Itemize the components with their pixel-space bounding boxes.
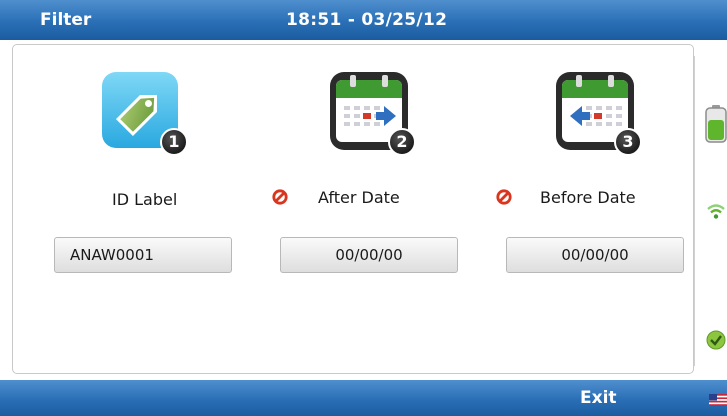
bottom-bar (0, 380, 727, 416)
page-title: Filter (40, 10, 92, 30)
disabled-icon (496, 189, 512, 205)
step-badge: 2 (388, 128, 416, 156)
us-flag-icon[interactable] (709, 394, 727, 406)
battery-icon (705, 105, 727, 143)
wifi-icon (707, 204, 725, 219)
step-badge: 1 (160, 128, 188, 156)
before-date-field[interactable]: 00/00/00 (506, 237, 684, 273)
after-date-filter-button[interactable]: 2 (330, 72, 416, 156)
disabled-icon (272, 189, 288, 205)
id-label-filter-button[interactable]: 1 (102, 72, 188, 156)
after-date-field[interactable]: 00/00/00 (280, 237, 458, 273)
before-date-filter-button[interactable]: 3 (556, 72, 642, 156)
clock-display: 18:51 - 03/25/12 (286, 10, 448, 30)
panel-divider (694, 56, 695, 366)
check-icon (706, 330, 726, 350)
after-date-label: After Date (318, 188, 400, 207)
step-badge: 3 (614, 128, 642, 156)
title-bar: Filter 18:51 - 03/25/12 (0, 0, 727, 40)
before-date-label: Before Date (540, 188, 636, 207)
exit-button[interactable]: Exit (580, 388, 617, 408)
id-label-label: ID Label (112, 190, 178, 209)
id-label-field[interactable]: ANAW0001 (54, 237, 232, 273)
